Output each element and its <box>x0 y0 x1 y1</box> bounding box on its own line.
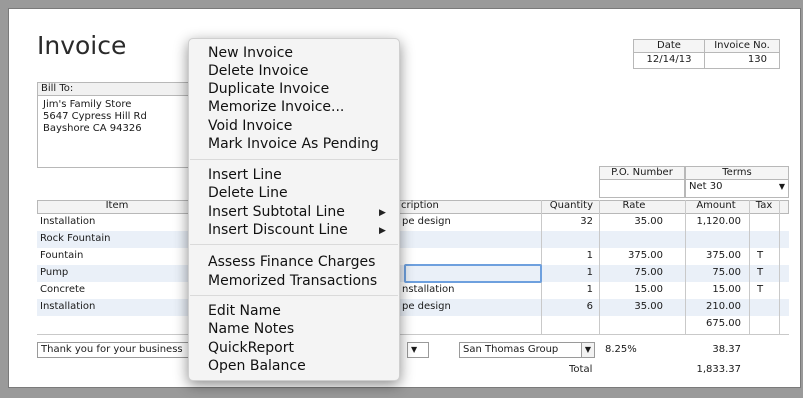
column-header-item: Item <box>105 200 129 211</box>
cell-amount: 1,120.00 <box>696 216 741 227</box>
customer-message-field[interactable]: Thank you for your business <box>37 342 199 358</box>
menu-item-open-balance[interactable]: Open Balance <box>208 357 306 375</box>
menu-item-edit-name[interactable]: Edit Name <box>208 302 281 320</box>
menu-item-mark-pending[interactable]: Mark Invoice As Pending <box>208 135 379 153</box>
chevron-down-icon[interactable]: ▼ <box>581 342 595 358</box>
menu-item-delete-invoice[interactable]: Delete Invoice <box>208 62 309 80</box>
cell-rate: 15.00 <box>634 284 663 295</box>
menu-item-name-notes[interactable]: Name Notes <box>208 320 294 338</box>
menu-item-memorize-invoice[interactable]: Memorize Invoice... <box>208 98 344 116</box>
cell-item: Rock Fountain <box>40 233 111 244</box>
message-dropdown[interactable]: ▼ <box>407 342 429 358</box>
cell-amount: 75.00 <box>712 267 741 278</box>
cell-description: pe design <box>402 301 451 312</box>
bill-to-line: 5647 Cypress Hill Rd <box>43 111 147 122</box>
bill-to-label: Bill To: <box>37 82 197 96</box>
total-amount: 1,833.37 <box>696 364 741 375</box>
total-label: Total <box>569 364 593 375</box>
terms-field[interactable]: Terms Net 30 ▼ <box>685 166 789 198</box>
menu-separator <box>190 159 398 160</box>
cell-amount: 675.00 <box>706 318 741 329</box>
column-header-rate: Rate <box>622 200 646 211</box>
cell-amount: 210.00 <box>706 301 741 312</box>
menu-item-quickreport[interactable]: QuickReport <box>208 339 294 357</box>
invoice-number-value: 130 <box>747 54 767 65</box>
cell-description: nstallation <box>402 284 455 295</box>
menu-item-delete-line[interactable]: Delete Line <box>208 184 288 202</box>
context-menu: New Invoice Delete Invoice Duplicate Inv… <box>188 38 400 381</box>
page-title: Invoice <box>37 31 127 60</box>
cell-item: Pump <box>40 267 69 278</box>
menu-item-void-invoice[interactable]: Void Invoice <box>208 117 292 135</box>
tax-item-field[interactable]: San Thomas Group <box>459 342 581 358</box>
chevron-down-icon[interactable]: ▼ <box>779 180 785 194</box>
invoice-form: Invoice Bill To: Jim's Family Store 5647… <box>8 8 801 388</box>
invoice-number-label: Invoice No. <box>705 40 779 53</box>
menu-item-insert-discount-line[interactable]: Insert Discount Line <box>208 221 348 239</box>
cell-tax: T <box>757 250 764 261</box>
description-input[interactable] <box>404 264 542 283</box>
cell-tax: T <box>757 267 764 278</box>
cell-quantity: 1 <box>586 250 593 261</box>
menu-item-memorized-transactions[interactable]: Memorized Transactions <box>208 272 377 290</box>
bill-to-field[interactable]: Jim's Family Store 5647 Cypress Hill Rd … <box>37 96 197 168</box>
cell-quantity: 1 <box>586 267 593 278</box>
submenu-arrow-icon: ▶ <box>379 208 386 218</box>
tax-rate: 8.25% <box>605 344 637 355</box>
cell-quantity: 1 <box>586 284 593 295</box>
cell-item: Concrete <box>40 284 86 295</box>
date-field[interactable]: Date 12/14/13 <box>633 39 705 69</box>
menu-item-insert-line[interactable]: Insert Line <box>208 166 282 184</box>
cell-rate: 375.00 <box>628 250 663 261</box>
date-label: Date <box>634 40 704 53</box>
cell-quantity: 6 <box>586 301 593 312</box>
menu-item-duplicate-invoice[interactable]: Duplicate Invoice <box>208 80 329 98</box>
cell-amount: 15.00 <box>712 284 741 295</box>
cell-amount: 375.00 <box>706 250 741 261</box>
cell-item: Installation <box>40 301 96 312</box>
column-header-quantity: Quantity <box>549 200 593 211</box>
cell-rate: 35.00 <box>634 301 663 312</box>
column-header-tax: Tax <box>755 200 773 211</box>
date-value: 12/14/13 <box>646 54 692 65</box>
cell-rate: 35.00 <box>634 216 663 227</box>
menu-separator <box>190 295 398 296</box>
cell-tax: T <box>757 284 764 295</box>
po-number-label: P.O. Number <box>600 167 684 180</box>
column-header-description: cription <box>401 200 439 211</box>
menu-separator <box>190 244 398 245</box>
menu-item-assess-finance-charges[interactable]: Assess Finance Charges <box>208 253 375 271</box>
tax-amount: 38.37 <box>712 344 741 355</box>
bill-to-line: Bayshore CA 94326 <box>43 123 142 134</box>
bill-to-line: Jim's Family Store <box>43 99 132 110</box>
invoice-number-field[interactable]: Invoice No. 130 <box>704 39 780 69</box>
po-number-field[interactable]: P.O. Number <box>599 166 685 198</box>
cell-quantity: 32 <box>580 216 593 227</box>
menu-item-new-invoice[interactable]: New Invoice <box>208 44 293 62</box>
cell-rate: 75.00 <box>634 267 663 278</box>
tax-item-value: San Thomas Group <box>463 344 559 355</box>
cell-description: pe design <box>402 216 451 227</box>
chevron-down-icon: ▼ <box>411 345 418 354</box>
cell-item: Fountain <box>40 250 84 261</box>
terms-label: Terms <box>686 167 788 180</box>
submenu-arrow-icon: ▶ <box>379 226 386 236</box>
terms-value: Net 30 <box>689 181 723 192</box>
menu-item-insert-subtotal-line[interactable]: Insert Subtotal Line <box>208 203 345 221</box>
column-header-amount: Amount <box>696 200 736 211</box>
cell-item: Installation <box>40 216 96 227</box>
